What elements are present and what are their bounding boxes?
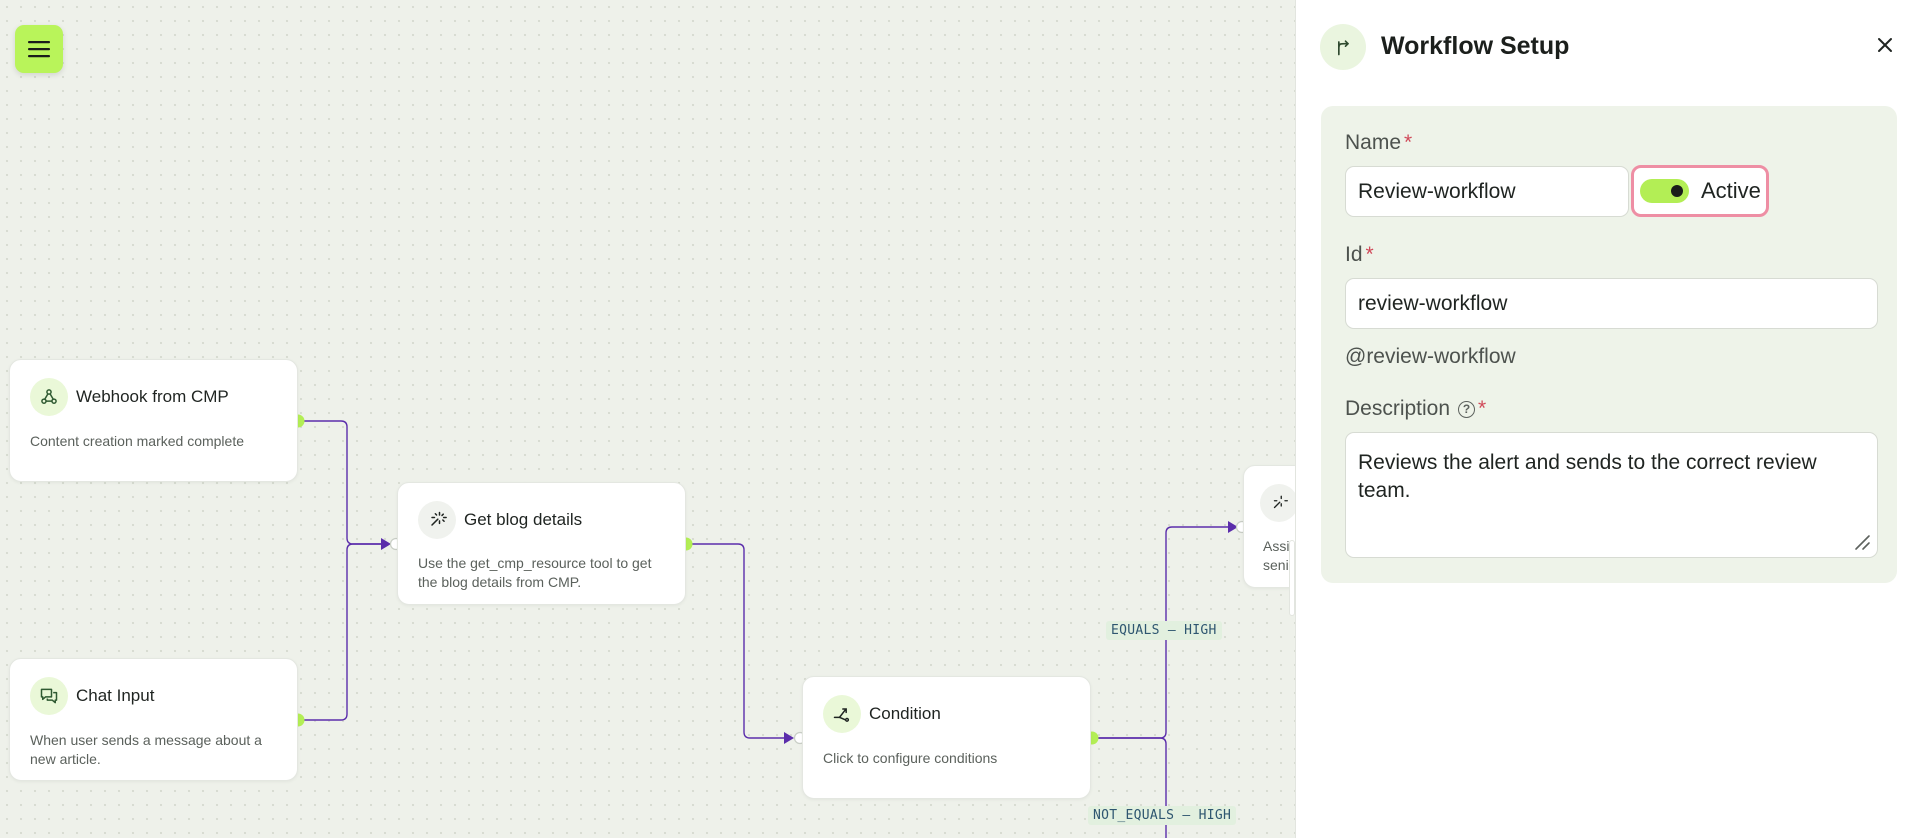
menu-button[interactable] — [15, 25, 63, 73]
id-label-text: Id — [1345, 243, 1363, 266]
node-description: When user sends a message about a new ar… — [30, 732, 262, 767]
description-label-text: Description — [1345, 397, 1451, 420]
workflow-form: Name* Active Id* @review-workflow Descri… — [1321, 106, 1897, 583]
sparkle-icon — [1260, 484, 1295, 522]
arrow-into-blog — [381, 538, 391, 550]
node-description: Use the get_cmp_resource tool to get the… — [418, 555, 652, 590]
node-description: Content creation marked complete — [30, 433, 244, 449]
id-input[interactable] — [1345, 278, 1878, 329]
arrow-into-condition — [784, 732, 794, 744]
node-chat-input[interactable]: Chat Input When user sends a message abo… — [9, 658, 298, 781]
close-icon — [1878, 38, 1892, 52]
node-get-blog-details[interactable]: Get blog details Use the get_cmp_resourc… — [397, 482, 686, 605]
node-partial-agent[interactable]: Assi seni — [1243, 465, 1295, 588]
workflow-setup-panel: Workflow Setup Name* Active Id* @review-… — [1295, 0, 1916, 838]
active-label: Active — [1701, 178, 1761, 203]
edge-webhook-to-blog — [298, 420, 385, 545]
webhook-icon — [30, 378, 68, 416]
description-textarea[interactable]: Reviews the alert and sends to the corre… — [1345, 432, 1878, 558]
resize-handle-icon[interactable] — [1853, 533, 1871, 551]
workflow-handle: @review-workflow — [1345, 345, 1516, 368]
node-description: Click to configure conditions — [823, 750, 998, 766]
workflow-canvas[interactable]: Webhook from CMP Content creation marked… — [0, 0, 1295, 838]
workflow-icon — [1320, 24, 1366, 70]
close-button[interactable] — [1872, 32, 1898, 58]
active-toggle[interactable]: Active — [1631, 165, 1769, 217]
required-mark: * — [1404, 131, 1413, 154]
edge-label-not-equals: NOT_EQUALS – HIGH — [1088, 806, 1237, 825]
node-title: Condition — [869, 704, 941, 723]
edge-label-equals: EQUALS – HIGH — [1106, 621, 1222, 640]
edge-blog-to-condition — [686, 543, 788, 739]
name-input[interactable] — [1345, 166, 1629, 217]
active-switch[interactable] — [1640, 179, 1689, 203]
id-label: Id * — [1345, 243, 1374, 267]
required-mark: * — [1478, 397, 1487, 420]
node-title: Chat Input — [76, 686, 155, 705]
chat-icon — [30, 677, 68, 715]
description-label: Description? * — [1345, 397, 1486, 421]
node-title: Webhook from CMP — [76, 387, 229, 406]
hamburger-icon — [28, 41, 50, 58]
branch-icon — [823, 695, 861, 733]
name-label-text: Name — [1345, 131, 1402, 154]
edge-chat-to-blog — [298, 543, 385, 721]
switch-knob — [1671, 185, 1683, 197]
node-webhook[interactable]: Webhook from CMP Content creation marked… — [9, 359, 298, 482]
help-icon[interactable]: ? — [1458, 400, 1476, 418]
node-condition[interactable]: Condition Click to configure conditions — [802, 676, 1091, 799]
required-mark: * — [1365, 243, 1374, 266]
description-text: Reviews the alert and sends to the corre… — [1358, 451, 1817, 502]
node-title: Get blog details — [464, 510, 583, 529]
sparkle-icon — [418, 501, 456, 539]
name-label: Name * — [1345, 131, 1412, 155]
panel-title: Workflow Setup — [1381, 32, 1570, 60]
